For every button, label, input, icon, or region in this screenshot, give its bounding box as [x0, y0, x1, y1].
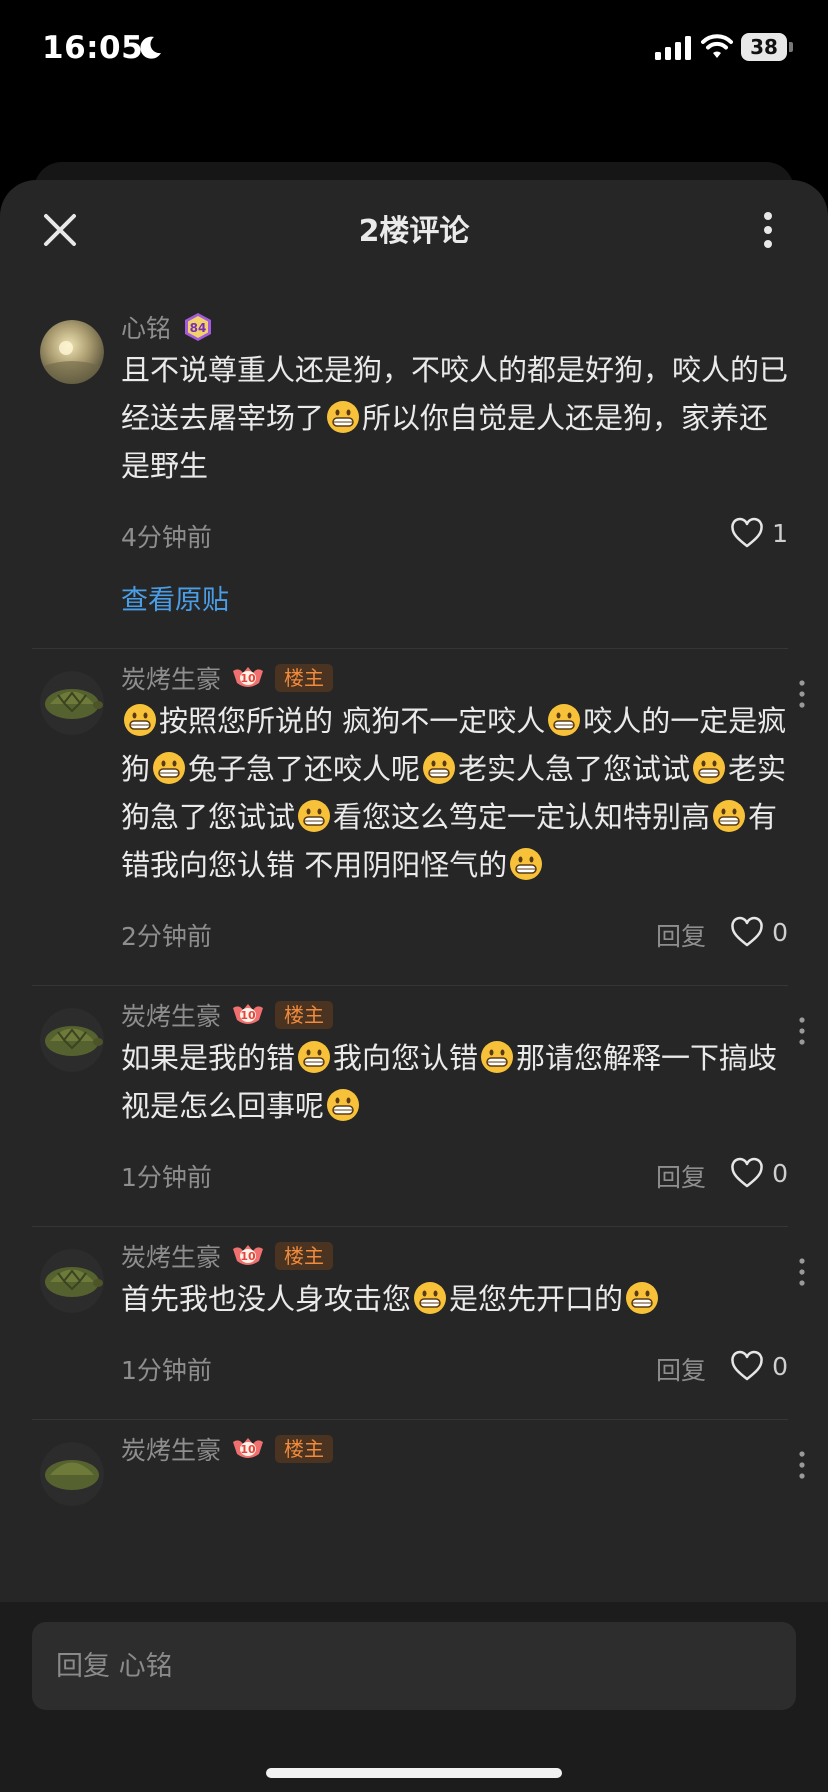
- op-badge: 楼主: [275, 1242, 334, 1270]
- username[interactable]: 炭烤生豪: [121, 1238, 221, 1274]
- like-button[interactable]: 0: [730, 1156, 788, 1190]
- heart-outline-icon[interactable]: [730, 1350, 764, 1382]
- comment-text: 首先我也没人身攻击您 是您先开口的: [121, 1275, 788, 1323]
- more-options-icon[interactable]: [798, 1257, 806, 1287]
- grinning-emoji-icon: [327, 401, 360, 433]
- wifi-icon: [701, 34, 733, 58]
- reply-bar: [0, 1602, 828, 1792]
- comment-list: 心铭 84 且不说尊重人还是狗，不咬人的都是好狗，咬人的已经送去屠宰场了 所以你自…: [0, 298, 828, 1506]
- reply-button[interactable]: 回复: [656, 1158, 706, 1194]
- comment-text-part: 看您这么笃定一定认知特别高: [333, 800, 711, 834]
- grinning-emoji-icon: [713, 800, 746, 832]
- like-count: 1: [772, 518, 788, 548]
- level-badge: 10: [231, 1000, 265, 1030]
- comment-text-part: 如果是我的错: [121, 1041, 296, 1075]
- view-original-link[interactable]: 查看原贴: [121, 578, 788, 628]
- comment-text: 按照您所说的 疯狗不一定咬人 咬人的一定是疯狗 兔子急了还咬人呢 老实人急了您试试 老实…: [121, 697, 788, 889]
- signal-icon: [655, 36, 691, 60]
- avatar[interactable]: [40, 1008, 104, 1072]
- comment-text-part: 首先我也没人身攻击您: [121, 1282, 412, 1316]
- username[interactable]: 炭烤生豪: [121, 997, 221, 1033]
- level-badge: 10: [231, 1241, 265, 1271]
- level-number: 10: [240, 1443, 256, 1456]
- comment-text: 且不说尊重人还是狗，不咬人的都是好狗，咬人的已经送去屠宰场了 所以你自觉是人还是狗…: [121, 346, 788, 490]
- comment-text-part: 是您先开口的: [449, 1282, 624, 1316]
- like-button[interactable]: 0: [730, 915, 788, 949]
- level-number: 10: [240, 1250, 256, 1263]
- like-button[interactable]: 0: [730, 1349, 788, 1383]
- level-badge: 10: [231, 1434, 265, 1464]
- heart-outline-icon[interactable]: [730, 1157, 764, 1189]
- home-indicator[interactable]: [266, 1768, 562, 1778]
- comment-text-part: 兔子急了还咬人呢: [188, 752, 421, 786]
- grinning-emoji-icon: [327, 1089, 360, 1121]
- comment-item: 炭烤生豪 10 楼主 如果是我的错 我向您认错 那请您解释一下搞歧视是怎么回事呢 1…: [0, 986, 828, 1206]
- grinning-emoji-icon: [298, 800, 331, 832]
- grinning-emoji-icon: [153, 752, 186, 784]
- level-number: 84: [190, 321, 207, 335]
- battery-level: 38: [750, 35, 778, 59]
- more-options-icon[interactable]: [798, 1450, 806, 1480]
- grinning-emoji-icon: [510, 848, 543, 880]
- grinning-emoji-icon: [548, 704, 581, 736]
- page-title: 2楼评论: [358, 214, 470, 249]
- op-badge: 楼主: [275, 1001, 334, 1029]
- comment-text-part: 老实人急了您试试: [458, 752, 691, 786]
- username[interactable]: 炭烤生豪: [121, 660, 221, 696]
- grinning-emoji-icon: [693, 752, 726, 784]
- comment-text: 如果是我的错 我向您认错 那请您解释一下搞歧视是怎么回事呢: [121, 1034, 788, 1130]
- level-number: 10: [240, 1009, 256, 1022]
- username[interactable]: 炭烤生豪: [121, 1431, 221, 1467]
- battery-indicator: 38: [741, 33, 793, 61]
- more-options-icon[interactable]: [798, 679, 806, 709]
- grinning-emoji-icon: [423, 752, 456, 784]
- op-badge: 楼主: [275, 1435, 334, 1463]
- timestamp: 4分钟前: [121, 523, 212, 552]
- comment-sheet: 2楼评论 心铭 84 且不说尊重人还是狗，不咬人的都是好狗，咬人的已经送去屠宰场…: [0, 180, 828, 1792]
- grinning-emoji-icon: [124, 704, 156, 736]
- level-number: 10: [240, 672, 256, 685]
- more-options-icon[interactable]: [798, 1016, 806, 1046]
- heart-outline-icon[interactable]: [730, 517, 764, 549]
- avatar[interactable]: [40, 320, 104, 384]
- comment-item: 心铭 84 且不说尊重人还是狗，不咬人的都是好狗，咬人的已经送去屠宰场了 所以你自…: [0, 298, 828, 628]
- comment-item: 炭烤生豪 10 楼主: [0, 1420, 828, 1506]
- timestamp: 2分钟前: [121, 922, 212, 951]
- comment-item: 炭烤生豪 10 楼主 按照您所说的 疯狗不一定咬人 咬人的一定是疯狗 兔子急了还咬人…: [0, 649, 828, 965]
- comment-text-part: 按照您所说的 疯狗不一定咬人: [159, 704, 546, 738]
- avatar[interactable]: [40, 1442, 104, 1506]
- op-badge: 楼主: [275, 664, 334, 692]
- timestamp: 1分钟前: [121, 1356, 212, 1385]
- reply-button[interactable]: 回复: [656, 1351, 706, 1387]
- timestamp: 1分钟前: [121, 1163, 212, 1192]
- grinning-emoji-icon: [481, 1041, 514, 1073]
- more-vertical-icon[interactable]: [758, 210, 778, 250]
- reply-input[interactable]: [32, 1622, 796, 1710]
- comment-item: 炭烤生豪 10 楼主 首先我也没人身攻击您 是您先开口的 1分钟前 回复 0: [0, 1227, 828, 1399]
- grinning-emoji-icon: [298, 1041, 331, 1073]
- like-count: 0: [772, 917, 788, 947]
- grinning-emoji-icon: [626, 1282, 659, 1314]
- like-button[interactable]: 1: [730, 516, 788, 550]
- heart-outline-icon[interactable]: [730, 916, 764, 948]
- username[interactable]: 心铭: [121, 309, 171, 345]
- sheet-header: 2楼评论: [0, 180, 828, 270]
- status-time: 16:05: [42, 30, 144, 66]
- like-count: 0: [772, 1351, 788, 1381]
- grinning-emoji-icon: [414, 1282, 447, 1314]
- level-badge: 10: [231, 663, 265, 693]
- comment-text-part: 我向您认错: [333, 1041, 479, 1075]
- moon-icon: [140, 36, 161, 59]
- like-count: 0: [772, 1158, 788, 1188]
- avatar[interactable]: [40, 1249, 104, 1313]
- status-bar: 16:05 38: [0, 0, 828, 100]
- reply-button[interactable]: 回复: [656, 917, 706, 953]
- level-badge: 84: [181, 312, 215, 342]
- avatar[interactable]: [40, 671, 104, 735]
